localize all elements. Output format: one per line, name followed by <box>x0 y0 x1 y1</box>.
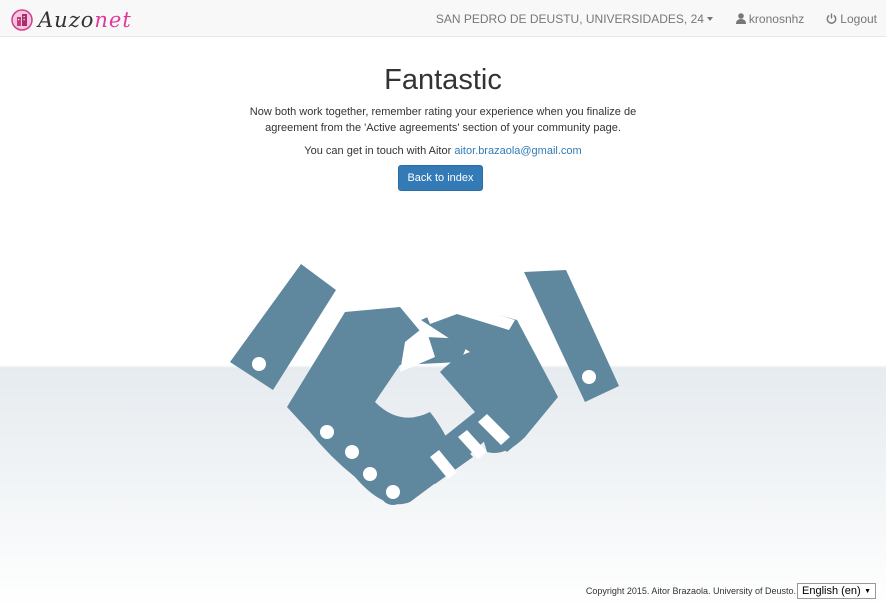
contact-email-link[interactable]: aitor.brazaola@gmail.com <box>454 145 581 157</box>
language-selected: English (en) <box>802 585 861 597</box>
back-to-index-button[interactable]: Back to index <box>398 165 483 191</box>
navbar: Auzonet SAN PEDRO DE DEUSTU, UNIVERSIDAD… <box>0 0 886 37</box>
location-label: SAN PEDRO DE DEUSTU, UNIVERSIDADES, 24 <box>435 11 704 26</box>
copyright-text: Copyright 2015. Aitor Brazaola. Universi… <box>585 586 796 596</box>
location-dropdown[interactable]: SAN PEDRO DE DEUSTU, UNIVERSIDADES, 24 <box>436 12 713 26</box>
brand-name-part: Auzo <box>38 8 95 32</box>
footer: Copyright 2015. Aitor Brazaola. Universi… <box>586 583 876 599</box>
success-message: Now both work together, remember rating … <box>249 106 637 134</box>
brand-link[interactable]: Auzonet <box>11 8 132 32</box>
user-menu[interactable]: kronosnhz <box>735 11 805 26</box>
caret-down-icon <box>706 16 713 21</box>
user-icon <box>735 13 746 24</box>
language-select[interactable]: English (en) ▼ <box>797 583 876 599</box>
contact-prefix: You can get in touch with Aitor <box>304 145 452 157</box>
logout-link[interactable]: Logout <box>826 12 877 26</box>
contact-line: You can get in touch with Aitor aitor.br… <box>0 143 886 159</box>
dropdown-arrow-icon: ▼ <box>864 587 871 595</box>
power-icon <box>826 13 837 24</box>
logout-label: Logout <box>840 11 877 26</box>
handshake-icon <box>230 264 619 505</box>
page-title: Fantastic <box>384 64 502 96</box>
building-logo-icon <box>11 9 33 31</box>
brand-name-accent: net <box>94 8 132 32</box>
username-label: kronosnhz <box>748 11 805 26</box>
